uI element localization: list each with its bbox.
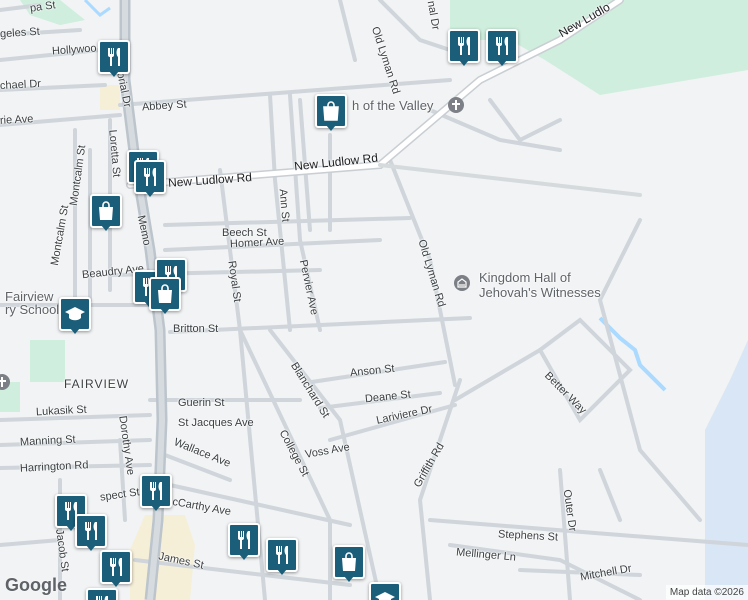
shopping-pin[interactable]: [333, 545, 365, 582]
shopping-bag-icon: [342, 552, 356, 571]
school-pin[interactable]: [59, 297, 91, 334]
fork-knife-icon: [108, 48, 120, 66]
shopping-bag-icon: [99, 201, 113, 220]
map-base-layer: [0, 0, 748, 600]
restaurant-pin[interactable]: [448, 29, 480, 66]
poi-label[interactable]: h of the Valley: [352, 98, 433, 114]
restaurant-pin[interactable]: [228, 523, 260, 560]
street-label: chael Dr: [0, 77, 42, 93]
restaurant-pin[interactable]: [75, 514, 107, 551]
park-area: [30, 340, 65, 382]
poi-label[interactable]: Kingdom Hall of: [479, 270, 571, 286]
church-icon[interactable]: [448, 97, 464, 113]
shopping-pin[interactable]: [149, 277, 181, 314]
shopping-pin[interactable]: [90, 194, 122, 231]
map-canvas[interactable]: pa St geles St Hollywoo chael Dr Abbey S…: [0, 0, 748, 600]
fork-knife-icon: [238, 531, 250, 549]
school-pin[interactable]: [369, 582, 401, 600]
water-area: [705, 340, 748, 600]
fork-knife-icon: [458, 37, 470, 55]
restaurant-pin[interactable]: [86, 588, 118, 600]
restaurant-pin[interactable]: [486, 29, 518, 66]
shopping-bag-icon: [323, 101, 339, 121]
street-label: Guerin St: [178, 397, 225, 409]
restaurant-pin[interactable]: [100, 550, 132, 587]
fork-knife-icon: [144, 168, 156, 186]
poi-label[interactable]: Jehovah's Witnesses: [479, 285, 601, 301]
neighborhood-label: FAIRVIEW: [64, 377, 130, 391]
shopping-bag-icon: [158, 284, 172, 303]
google-logo: Google: [5, 575, 67, 595]
restaurant-pin[interactable]: [140, 474, 172, 511]
street-label: rie Ave: [0, 113, 34, 127]
street-label: St Jacques Ave: [178, 417, 254, 429]
place-of-worship-icon[interactable]: [454, 275, 470, 291]
church-icon[interactable]: [0, 374, 10, 390]
street-label: Ann St: [276, 188, 292, 223]
stream: [83, 0, 111, 17]
restaurant-pin[interactable]: [134, 160, 166, 197]
street-label: Britton St: [173, 323, 219, 335]
fork-knife-icon: [96, 596, 108, 600]
fork-knife-icon: [276, 546, 288, 564]
shopping-pin[interactable]: [315, 94, 347, 131]
restaurant-pin[interactable]: [98, 40, 130, 77]
graduation-cap-icon: [375, 592, 395, 600]
map-attribution[interactable]: Map data ©2026: [665, 585, 748, 600]
restaurant-pin[interactable]: [266, 538, 298, 575]
stream: [598, 316, 667, 392]
fork-knife-icon: [496, 37, 508, 55]
poi-label[interactable]: ry School: [5, 302, 59, 318]
fork-knife-icon: [150, 482, 162, 500]
fork-knife-icon: [110, 558, 122, 576]
fork-knife-icon: [85, 522, 97, 540]
graduation-cap-icon: [65, 307, 85, 321]
